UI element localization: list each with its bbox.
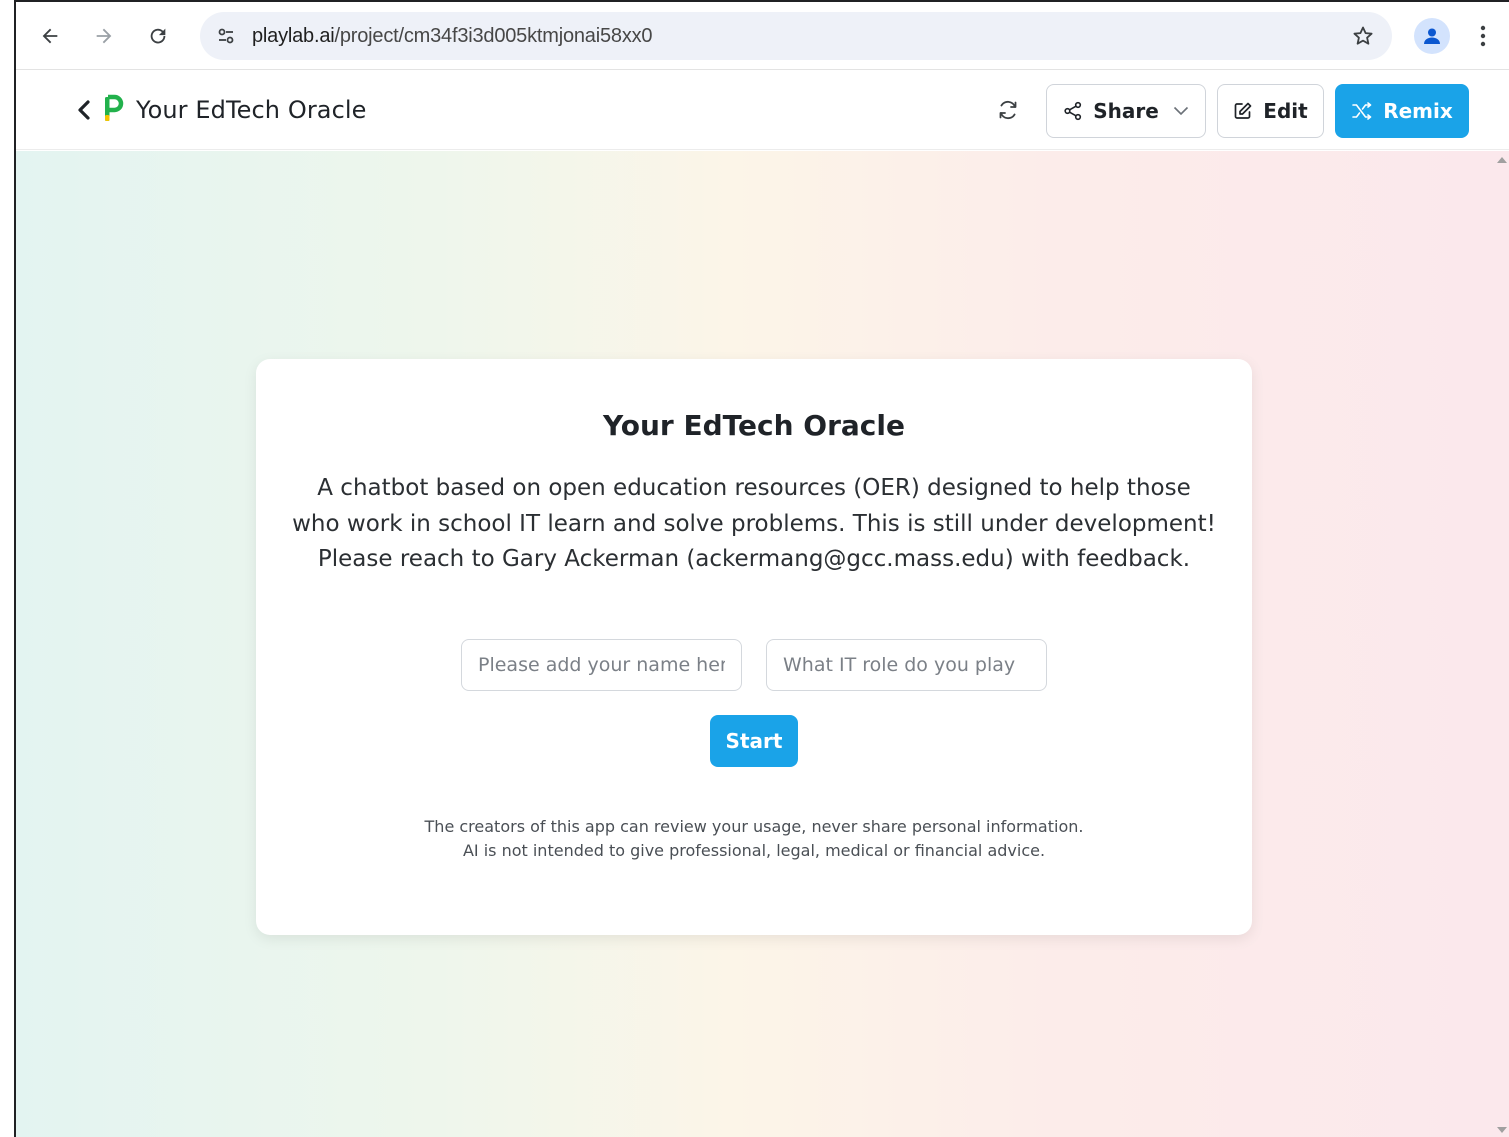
card-description: A chatbot based on open education resour… [292,475,1216,572]
scroll-down-icon[interactable] [1497,1127,1507,1133]
scroll-up-icon[interactable] [1497,157,1507,163]
app-intro-card: Your EdTech Oracle A chatbot based on op… [256,359,1252,935]
back-arrow-icon[interactable] [32,18,68,54]
url-path: /project/cm34f3i3d005ktmjonai58xx0 [334,24,653,47]
site-settings-icon[interactable] [208,18,244,54]
refresh-icon[interactable] [994,96,1022,124]
share-icon [1064,101,1082,121]
edit-label: Edit [1263,99,1308,123]
app-title: Your EdTech Oracle [136,96,367,124]
playlab-logo-icon [102,94,124,124]
bookmark-star-icon[interactable] [1346,19,1380,53]
browser-window: playlab.ai/project/cm34f3i3d005ktmjonai5… [14,0,1509,1137]
address-bar[interactable]: playlab.ai/project/cm34f3i3d005ktmjonai5… [200,12,1392,60]
chevron-down-icon [1173,106,1188,116]
app-header: Your EdTech Oracle Share Edit Remix [16,70,1509,150]
back-chevron-icon[interactable] [74,98,94,122]
share-label: Share [1093,99,1159,123]
name-input[interactable] [461,639,742,691]
disclaimer-line-1: The creators of this app can review your… [424,817,1084,836]
browser-menu-icon[interactable] [1468,18,1498,54]
profile-avatar-icon[interactable] [1414,18,1450,54]
browser-toolbar: playlab.ai/project/cm34f3i3d005ktmjonai5… [16,2,1509,70]
url-host: playlab.ai [252,24,335,47]
shuffle-icon [1352,102,1372,120]
scrollbar[interactable] [1495,151,1509,1137]
main-content: Your EdTech Oracle A chatbot based on op… [16,151,1509,1137]
forward-arrow-icon[interactable] [86,18,122,54]
remix-button[interactable]: Remix [1335,84,1469,138]
remix-label: Remix [1383,99,1453,123]
edit-icon [1234,102,1252,119]
it-role-input[interactable] [766,639,1047,691]
disclaimer: The creators of this app can review your… [256,815,1252,863]
card-title: Your EdTech Oracle [603,409,905,442]
url-text: playlab.ai/project/cm34f3i3d005ktmjonai5… [252,24,653,48]
reload-icon[interactable] [140,18,176,54]
edit-button[interactable]: Edit [1217,84,1324,138]
disclaimer-line-2: AI is not intended to give professional,… [462,841,1046,860]
start-button[interactable]: Start [710,715,798,767]
share-button[interactable]: Share [1046,84,1206,138]
